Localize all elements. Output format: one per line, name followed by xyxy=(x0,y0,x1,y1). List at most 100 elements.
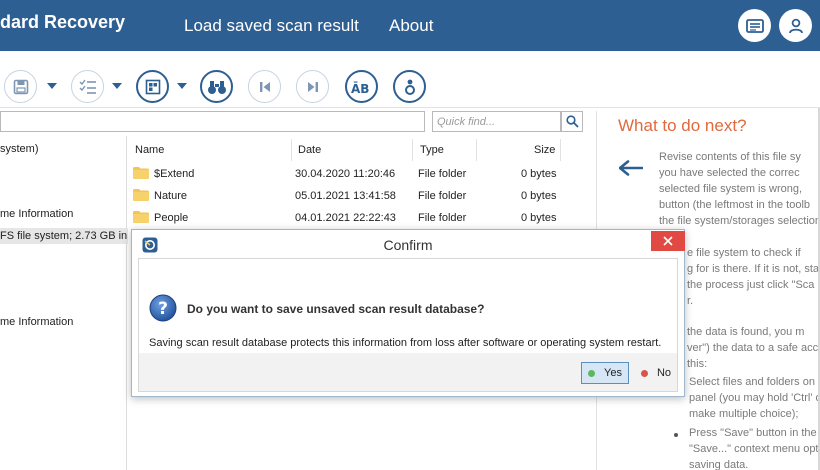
dialog-close-button[interactable] xyxy=(651,231,685,251)
table-row[interactable]: $Extend 30.04.2020 11:20:46 File folder … xyxy=(128,164,586,186)
save-button[interactable] xyxy=(4,70,37,103)
tree-item[interactable]: me Information xyxy=(0,208,73,220)
help-text-line: Select files and folders on th xyxy=(689,376,820,388)
yes-label: Yes xyxy=(604,367,622,379)
select-list-button[interactable] xyxy=(71,70,104,103)
quick-find-input[interactable]: Quick find... xyxy=(432,111,561,132)
user-button[interactable] xyxy=(779,9,812,42)
info-icon xyxy=(404,79,415,95)
nav-load-saved-scan-result[interactable]: Load saved scan result xyxy=(184,16,359,36)
help-text-line: the file system/storages selection xyxy=(659,215,820,227)
path-field[interactable] xyxy=(0,111,425,132)
dialog-title-bar[interactable]: Confirm xyxy=(132,230,685,258)
yes-dot-icon xyxy=(588,369,596,377)
floppy-disk-icon xyxy=(13,79,28,94)
view-mode-button[interactable] xyxy=(136,70,169,103)
news-button[interactable] xyxy=(738,9,771,42)
yes-button[interactable]: Yes xyxy=(581,362,629,384)
user-icon xyxy=(788,18,803,33)
grid-view-icon xyxy=(145,79,160,94)
cell-date: 05.01.2021 13:41:58 xyxy=(295,190,396,202)
folder-icon xyxy=(133,189,149,201)
help-text-line: button (the leftmost in the toolb xyxy=(659,199,811,211)
tree-panel: system) me Information FS file system; 2… xyxy=(0,136,132,470)
help-text-line: the process just click "Sca xyxy=(687,279,815,291)
search-icon xyxy=(565,115,579,128)
table-row[interactable]: Nature 05.01.2021 13:41:58 File folder 0… xyxy=(128,186,586,208)
close-icon xyxy=(663,236,673,246)
help-text-line: panel (you may hold 'Ctrl' o xyxy=(689,392,820,404)
column-separator xyxy=(412,139,413,161)
next-icon xyxy=(307,81,318,92)
toolbar: ĀB xyxy=(0,51,820,108)
cell-size: 0 bytes xyxy=(521,168,557,180)
cell-date: 04.01.2021 22:22:43 xyxy=(295,212,396,224)
help-text-line: e file system to check if xyxy=(687,247,801,259)
arrow-left-icon xyxy=(619,160,643,176)
help-text-line: r. xyxy=(687,295,694,307)
no-dot-icon xyxy=(640,369,648,377)
top-bar: dard Recovery Load saved scan result Abo… xyxy=(0,0,820,51)
find-button[interactable] xyxy=(200,70,233,103)
tree-item-selected[interactable]: FS file system; 2.73 GB in xyxy=(0,228,132,244)
column-separator xyxy=(476,139,477,161)
cell-name: $Extend xyxy=(154,168,195,180)
tree-item[interactable]: system) xyxy=(0,143,39,155)
help-text-line: the data is found, you m xyxy=(687,326,805,338)
no-button[interactable]: No xyxy=(635,362,677,384)
help-text-line: g for is there. If it is not, sta xyxy=(687,263,820,275)
question-icon: ? xyxy=(149,294,177,322)
nav-about[interactable]: About xyxy=(389,16,433,36)
cell-type: File folder xyxy=(418,190,467,202)
table-row[interactable]: People 04.01.2021 22:22:43 File folder 0… xyxy=(128,208,586,230)
file-encoding-button[interactable]: ĀB xyxy=(345,70,378,103)
no-label: No xyxy=(656,367,672,379)
view-dropdown-chevron-icon[interactable] xyxy=(177,83,187,89)
cell-size: 0 bytes xyxy=(521,190,557,202)
help-text-line: Press "Save" button in the xyxy=(689,427,817,439)
help-title: What to do next? xyxy=(618,116,747,135)
column-separator xyxy=(291,139,292,161)
help-text-line: selected file system is wrong, xyxy=(659,183,803,195)
help-text-line: you have selected the correc xyxy=(659,167,800,179)
dialog-question: Do you want to save unsaved scan result … xyxy=(187,302,485,316)
cell-size: 0 bytes xyxy=(521,212,557,224)
svg-text:?: ? xyxy=(158,299,168,319)
save-dropdown-chevron-icon[interactable] xyxy=(47,83,57,89)
dialog-content: ? Do you want to save unsaved scan resul… xyxy=(139,259,677,353)
column-header-name[interactable]: Name xyxy=(135,144,164,156)
app-title: dard Recovery xyxy=(0,12,126,32)
confirm-dialog: Confirm ? Do you want to save unsaved sc… xyxy=(131,229,685,397)
binoculars-icon xyxy=(207,80,226,94)
column-header-date[interactable]: Date xyxy=(298,144,321,156)
help-text-line: this: xyxy=(687,358,708,370)
folder-icon xyxy=(133,167,149,179)
cell-name: People xyxy=(154,212,189,224)
info-button[interactable] xyxy=(393,70,426,103)
news-icon xyxy=(745,18,764,33)
path-and-find-row: Quick find... xyxy=(0,111,590,133)
dialog-detail: Saving scan result database protects thi… xyxy=(149,337,662,349)
next-button[interactable] xyxy=(296,70,329,103)
previous-icon xyxy=(259,81,270,92)
column-header-size[interactable]: Size xyxy=(534,144,555,156)
cell-date: 30.04.2020 11:20:46 xyxy=(295,168,396,180)
help-text-line: saving data. xyxy=(689,459,749,470)
tree-item[interactable]: me Information xyxy=(0,316,73,328)
checklist-icon xyxy=(79,79,96,94)
cell-name: Nature xyxy=(154,190,188,202)
encoding-icon: ĀB xyxy=(351,82,369,95)
cell-type: File folder xyxy=(418,212,467,224)
select-dropdown-chevron-icon[interactable] xyxy=(112,83,122,89)
cell-type: File folder xyxy=(418,168,467,180)
column-header-type[interactable]: Type xyxy=(420,144,444,156)
svg-text:ĀB: ĀB xyxy=(351,82,369,95)
folder-icon xyxy=(133,211,149,223)
bullet-dot xyxy=(674,433,678,437)
help-text-line: ver") the data to a safe acc xyxy=(687,342,819,354)
previous-button[interactable] xyxy=(248,70,281,103)
column-separator xyxy=(560,139,561,161)
help-text-line: make multiple choice); xyxy=(689,408,799,420)
find-go-button[interactable] xyxy=(561,111,583,132)
dialog-title: Confirm xyxy=(383,237,433,253)
